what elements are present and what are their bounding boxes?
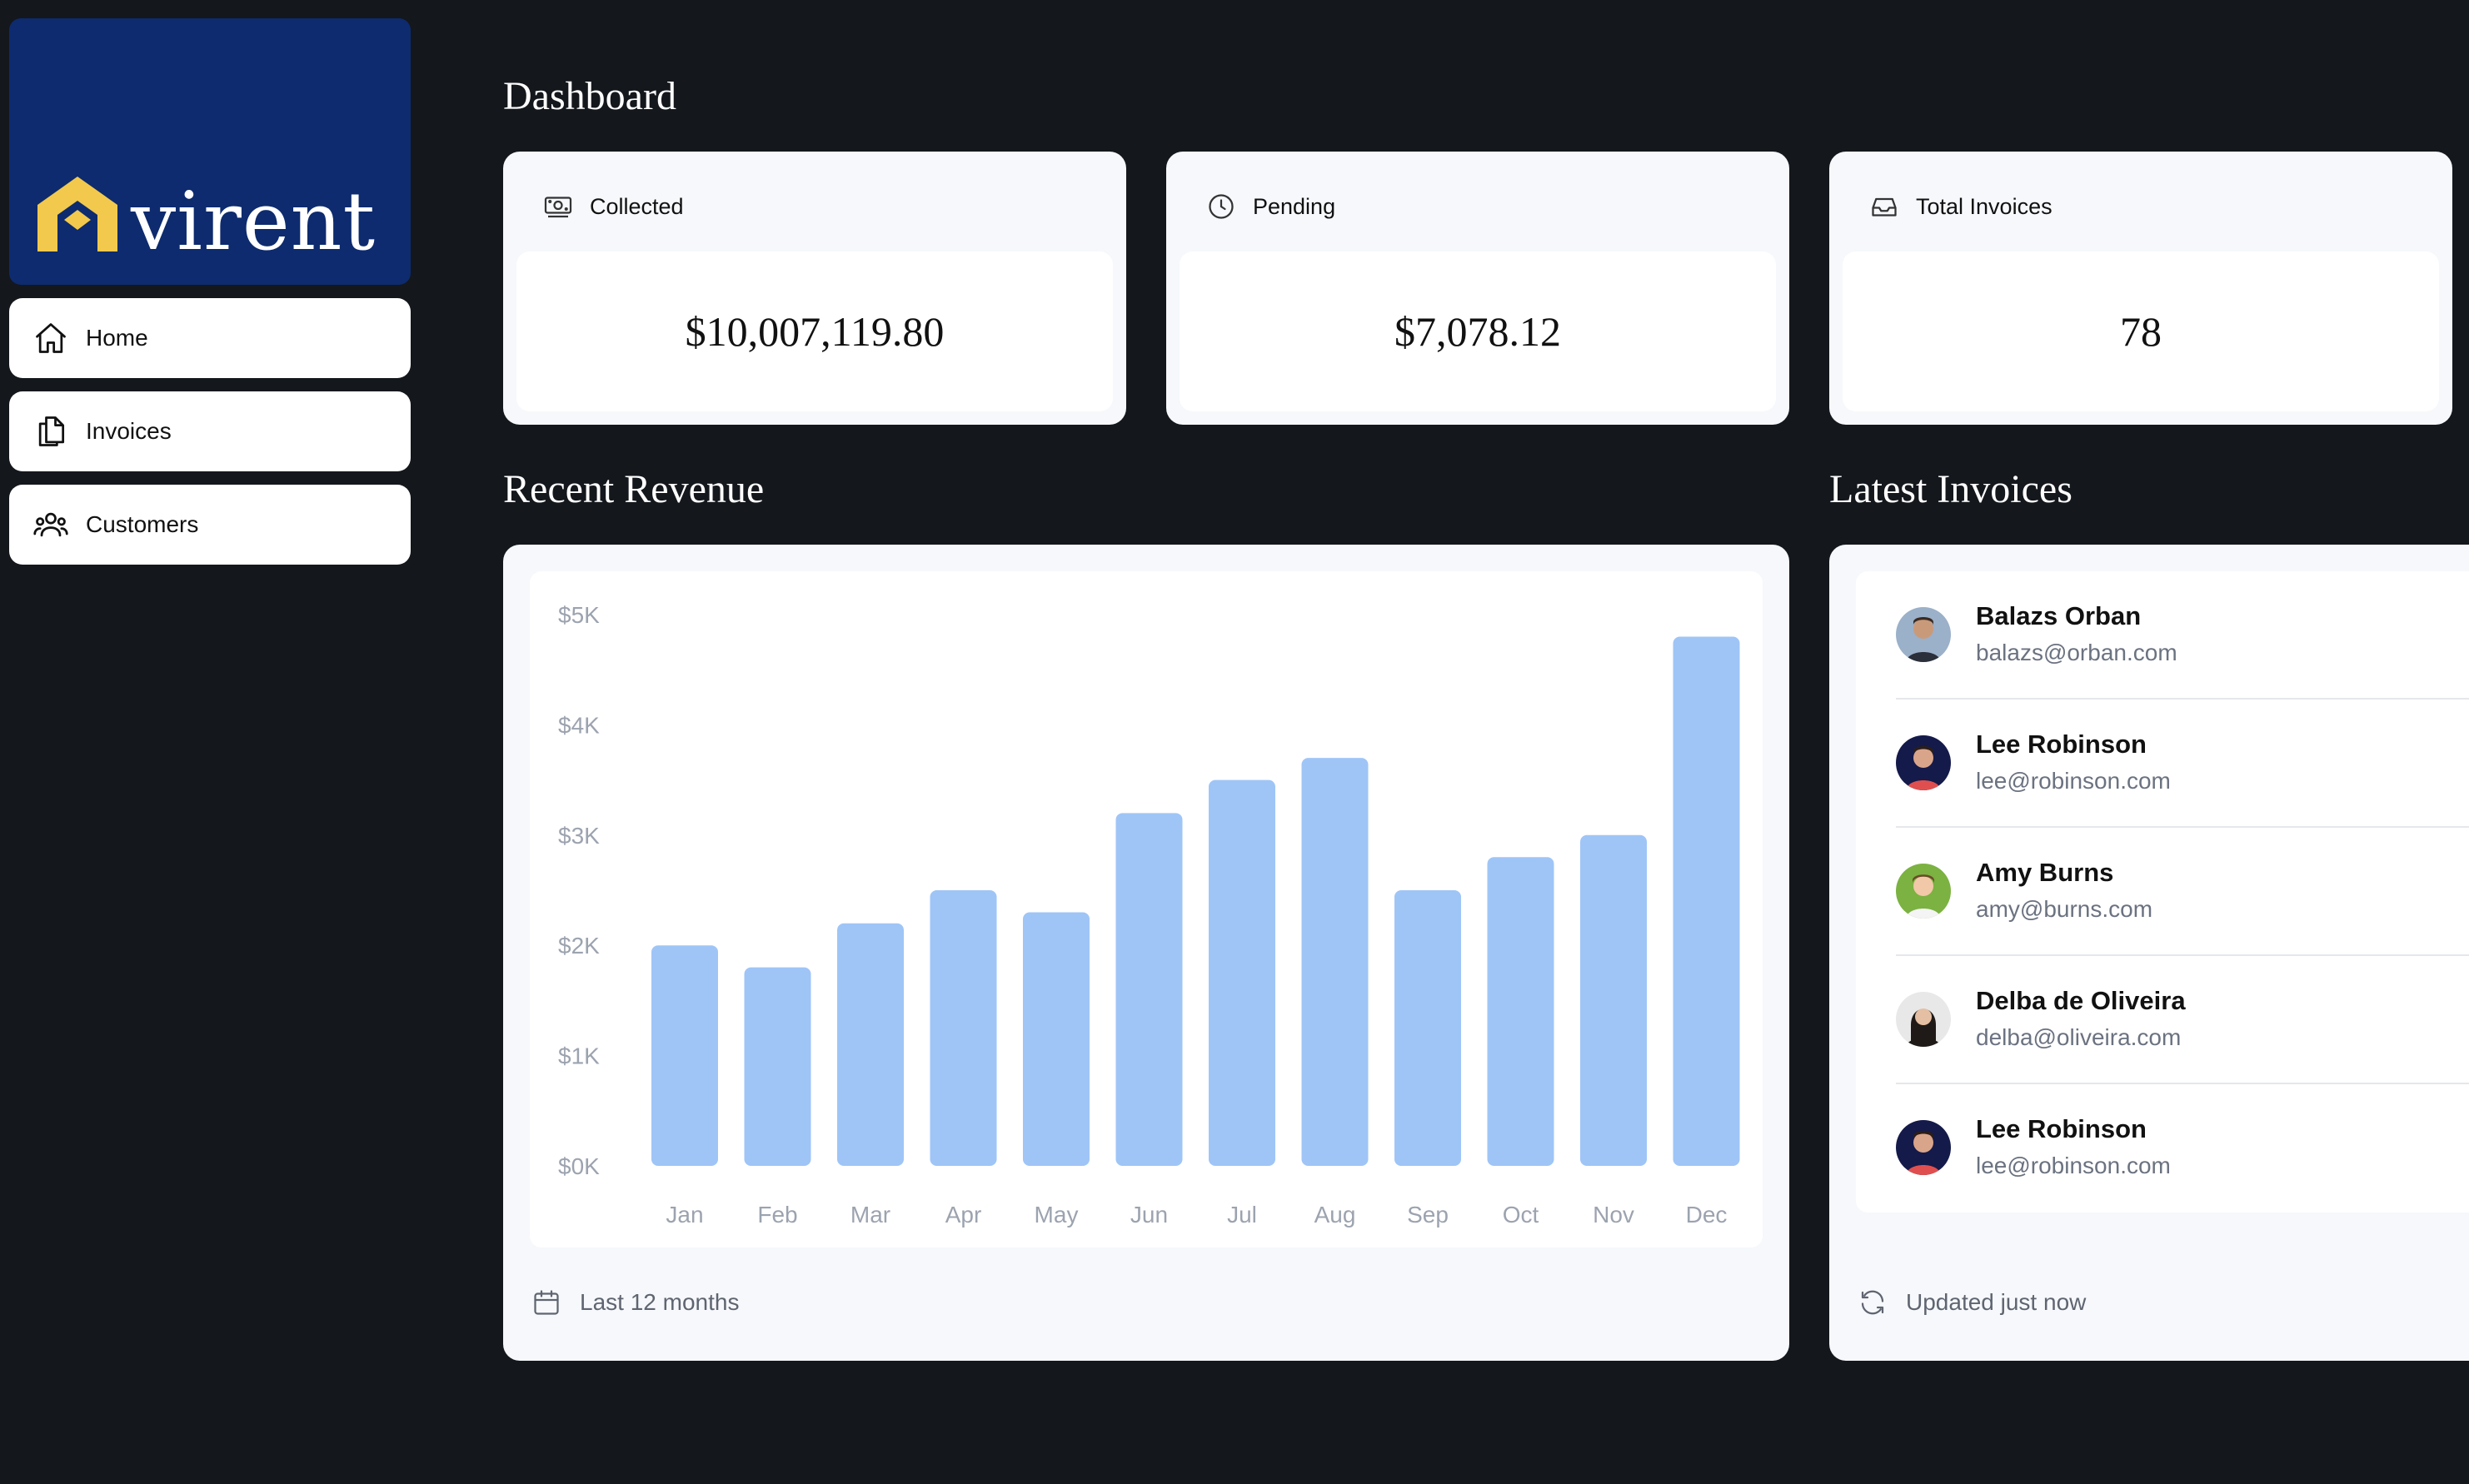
avatar xyxy=(1896,607,1951,662)
stat-value: 78 xyxy=(2120,308,2162,355)
revenue-bar[interactable] xyxy=(744,967,811,1166)
x-tick-label: May xyxy=(1035,1202,1079,1228)
revenue-bar[interactable] xyxy=(1394,890,1461,1166)
customer-name: Amy Burns xyxy=(1976,858,2114,887)
x-tick-label: Aug xyxy=(1314,1202,1356,1228)
home-icon xyxy=(36,323,66,353)
customer-name: Balazs Orban xyxy=(1976,601,2142,630)
sidebar-item-label: Invoices xyxy=(86,418,172,444)
revenue-heading: Recent Revenue xyxy=(503,467,765,511)
y-tick-label: $3K xyxy=(558,823,600,849)
y-tick-label: $0K xyxy=(558,1153,600,1179)
x-tick-label: Dec xyxy=(1686,1202,1728,1228)
avatar xyxy=(1896,864,1951,919)
customer-email: lee@robinson.com xyxy=(1976,1153,2171,1178)
document-duplicate-icon xyxy=(38,416,65,446)
revenue-bar[interactable] xyxy=(1115,813,1183,1166)
invoice-row[interactable]: Lee Robinson lee@robinson.com xyxy=(1896,1084,2469,1213)
invoice-list: Balazs Orban balazs@orban.com Lee Robins… xyxy=(1856,571,2469,1213)
x-tick-label: Jul xyxy=(1227,1202,1257,1228)
inbox-icon xyxy=(1872,197,1897,217)
revenue-bar[interactable] xyxy=(930,890,997,1166)
revenue-bar[interactable] xyxy=(1487,857,1554,1166)
latest-footer-text: Updated just now xyxy=(1906,1289,2087,1315)
x-tick-label: Oct xyxy=(1503,1202,1539,1228)
stat-card-total-invoices: Total Invoices 78 xyxy=(1829,152,2452,425)
revenue-chart-svg: $0K $1K $2K $3K $4K $5K Jan Feb Mar Apr May Jun Jul A… xyxy=(558,602,1740,1228)
customer-email: lee@robinson.com xyxy=(1976,768,2171,794)
avatar xyxy=(1896,1120,1951,1175)
revenue-footer-text: Last 12 months xyxy=(580,1289,740,1315)
banknotes-icon xyxy=(544,197,572,218)
invoice-row[interactable]: Balazs Orban balazs@orban.com xyxy=(1896,571,2469,700)
revenue-bar[interactable] xyxy=(1301,758,1369,1166)
x-tick-label: Mar xyxy=(850,1202,890,1228)
invoice-row[interactable]: Amy Burns amy@burns.com xyxy=(1896,828,2469,956)
stat-value: $10,007,119.80 xyxy=(685,308,945,355)
revenue-bar[interactable] xyxy=(837,923,904,1166)
customer-name: Delba de Oliveira xyxy=(1976,986,2186,1015)
y-tick-label: $1K xyxy=(558,1043,600,1069)
revenue-bar[interactable] xyxy=(1580,834,1647,1166)
stat-value: $7,078.12 xyxy=(1394,308,1561,355)
dashboard-page: virent Home Invoices Customers Dashboard… xyxy=(0,0,2469,1484)
brand-mark-icon xyxy=(37,177,117,251)
sidebar-item-home[interactable]: Home xyxy=(9,298,411,378)
brand-name: virent xyxy=(131,175,377,268)
x-tick-label: Nov xyxy=(1593,1202,1634,1228)
x-tick-label: Jan xyxy=(666,1202,703,1228)
x-tick-label: Jun xyxy=(1130,1202,1168,1228)
y-tick-label: $5K xyxy=(558,602,600,628)
y-tick-label: $4K xyxy=(558,712,600,738)
revenue-bar[interactable] xyxy=(1673,636,1740,1166)
latest-invoices-heading: Latest Invoices xyxy=(1829,467,2072,511)
x-tick-label: Sep xyxy=(1407,1202,1449,1228)
revenue-chart: $0K $1K $2K $3K $4K $5K Jan Feb Mar Apr May Jun Jul A… xyxy=(530,571,1763,1247)
stat-card-pending: Pending $7,078.12 xyxy=(1166,152,1789,425)
stat-card-collected: Collected $10,007,119.80 xyxy=(503,152,1126,425)
customer-name: Lee Robinson xyxy=(1976,1114,2147,1143)
x-tick-label: Apr xyxy=(945,1202,982,1228)
stat-label: Total Invoices xyxy=(1916,193,2053,219)
customer-name: Lee Robinson xyxy=(1976,730,2147,759)
stat-label: Pending xyxy=(1253,193,1336,219)
customer-email: delba@oliveira.com xyxy=(1976,1024,2182,1050)
y-tick-label: $2K xyxy=(558,933,600,959)
user-group-icon xyxy=(33,512,68,537)
invoice-row[interactable]: Lee Robinson lee@robinson.com xyxy=(1896,700,2469,828)
customer-email: amy@burns.com xyxy=(1976,896,2153,922)
stat-label: Collected xyxy=(590,193,684,219)
refresh-icon xyxy=(1861,1290,1884,1315)
revenue-bar[interactable] xyxy=(1209,779,1275,1166)
x-tick-label: Feb xyxy=(757,1202,797,1228)
sidebar-item-customers[interactable]: Customers xyxy=(9,485,411,565)
avatar xyxy=(1896,992,1951,1047)
page-title: Dashboard xyxy=(503,74,676,118)
customer-email: balazs@orban.com xyxy=(1976,640,2177,665)
revenue-card: $0K $1K $2K $3K $4K $5K Jan Feb Mar Apr May Jun Jul A… xyxy=(503,545,1789,1361)
brand-logo[interactable]: virent xyxy=(9,18,411,285)
invoice-row[interactable]: Delba de Oliveira delba@oliveira.com xyxy=(1896,956,2469,1084)
avatar xyxy=(1896,735,1951,790)
latest-invoices-card: Balazs Orban balazs@orban.com Lee Robins… xyxy=(1829,545,2469,1361)
sidebar-item-invoices[interactable]: Invoices xyxy=(9,391,411,471)
calendar-icon xyxy=(534,1290,559,1315)
revenue-bar[interactable] xyxy=(651,945,718,1166)
sidebar-item-label: Home xyxy=(86,325,148,351)
clock-icon xyxy=(1209,194,1234,219)
revenue-bar[interactable] xyxy=(1023,912,1090,1166)
sidebar-item-label: Customers xyxy=(86,511,199,537)
